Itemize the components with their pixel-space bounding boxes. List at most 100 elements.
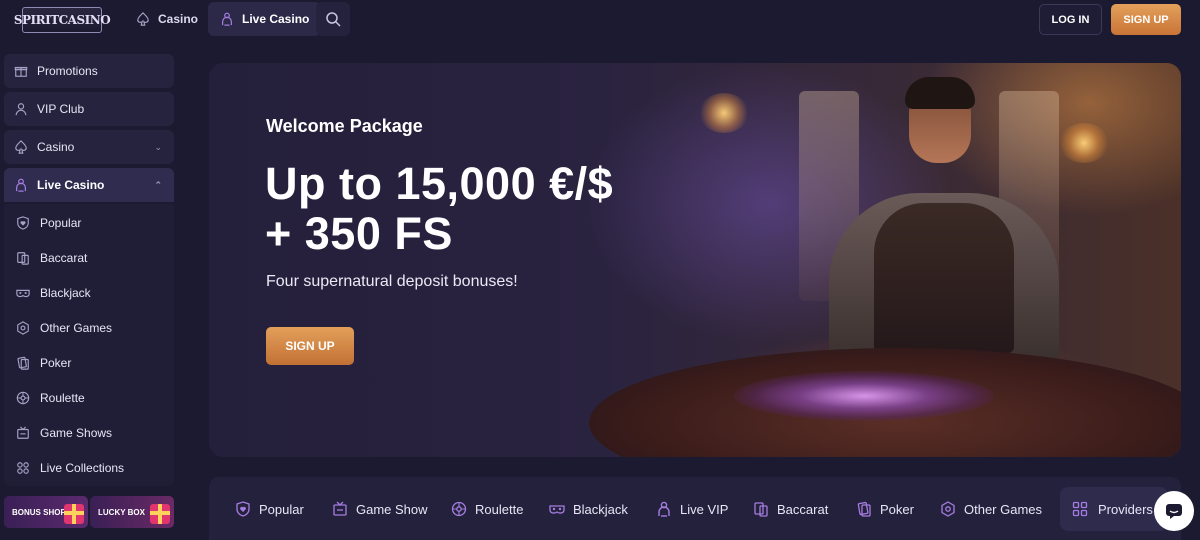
submenu-item-label: Game Shows [40,426,113,440]
category-label: Blackjack [573,501,628,517]
submenu-item-other-games[interactable]: Other Games [16,317,112,339]
user-icon [14,102,28,116]
nav-live-casino[interactable]: Live Casino [208,2,322,36]
nav-live-casino-label: Live Casino [242,12,310,26]
submenu-item-game-shows[interactable]: Game Shows [16,422,112,444]
tv-icon [16,426,30,440]
hero-headline: Up to 15,000 €/$ + 350 FS [265,159,613,259]
roulette-wheel-glow [734,371,994,421]
sidebar-item-label: Live Casino [37,178,105,192]
dealer-icon [656,501,672,517]
submenu-item-popular[interactable]: Popular [16,212,81,234]
category-blackjack[interactable]: Blackjack [549,499,628,519]
roulette-icon [16,391,30,405]
bonus-shop-label: BONUS SHOP [12,507,66,517]
submenu-item-roulette[interactable]: Roulette [16,387,85,409]
providers-label: Providers [1098,501,1153,517]
gift-box-icon [64,504,84,524]
dealer-vest [874,203,1014,353]
submenu-item-label: Blackjack [40,286,91,300]
live-casino-submenu: Popular Baccarat Blackjack Other Games P… [4,204,174,486]
search-button[interactable] [316,2,350,36]
hero-headline-line1: Up to 15,000 €/$ [265,158,614,209]
top-bar: SPIRITCASINO Casino Live Casino LOG IN S… [0,0,1200,44]
chat-button[interactable] [1154,491,1194,531]
category-label: Other Games [964,501,1043,517]
grid-icon [1072,501,1088,517]
chandelier-decoration [699,93,749,133]
submenu-item-baccarat[interactable]: Baccarat [16,247,87,269]
category-other-games[interactable]: Other Games [940,499,1042,519]
hero-headline-line2: + 350 FS [265,208,453,259]
category-label: Live VIP [680,501,729,517]
category-live-vip[interactable]: Live VIP [656,499,728,519]
submenu-item-blackjack[interactable]: Blackjack [16,282,91,304]
sidebar-item-label: Promotions [37,64,98,78]
hero-signup-button[interactable]: SIGN UP [266,327,354,365]
sidebar-item-promotions[interactable]: Promotions [4,54,174,88]
spade-icon [14,140,28,154]
category-popular[interactable]: Popular [235,499,304,519]
providers-button[interactable]: Providers [1060,487,1168,531]
submenu-item-label: Live Collections [40,461,125,475]
hexagon-icon [16,321,30,335]
sidebar-item-casino[interactable]: Casino ⌄ [4,130,174,164]
poker-cards-icon [16,356,30,370]
mask-icon [16,286,30,300]
dealer-icon [14,178,28,192]
hero-banner[interactable]: Welcome Package Up to 15,000 €/$ + 350 F… [209,63,1181,457]
chat-icon [1164,501,1184,521]
spade-icon [136,12,150,26]
lucky-box-tile[interactable]: LUCKY BOX [90,496,174,528]
nav-casino-label: Casino [158,12,199,26]
mask-icon [549,501,565,517]
poker-cards-icon [856,501,872,517]
submenu-item-label: Baccarat [40,251,88,265]
bonus-shop-tile[interactable]: BONUS SHOP [4,496,88,528]
category-roulette[interactable]: Roulette [451,499,523,519]
sidebar-item-vip-club[interactable]: VIP Club [4,92,174,126]
sidebar: Promotions VIP Club Casino ⌄ Live Casino… [0,44,183,540]
hero-kicker: Welcome Package [266,116,423,136]
tv-icon [332,501,348,517]
gift-box-icon [150,504,170,524]
category-label: Popular [259,501,304,517]
category-baccarat[interactable]: Baccarat [753,499,828,519]
gift-icon [14,64,28,78]
chandelier-decoration [1059,123,1109,163]
submenu-item-poker[interactable]: Poker [16,352,71,374]
submenu-item-label: Other Games [40,321,113,335]
category-label: Poker [880,501,914,517]
grid-icon [16,461,30,475]
dealer-icon [220,12,234,26]
category-poker[interactable]: Poker [856,499,914,519]
category-label: Roulette [475,501,524,517]
lucky-box-label: LUCKY BOX [98,507,145,517]
sidebar-item-live-casino[interactable]: Live Casino ⌃ [4,168,174,202]
chevron-up-icon[interactable]: ⌃ [154,180,162,191]
shield-heart-icon [16,216,30,230]
shield-heart-icon [235,501,251,517]
logo[interactable]: SPIRITCASINO [14,7,111,33]
signup-button-header[interactable]: SIGN UP [1111,4,1181,35]
category-game-show[interactable]: Game Show [332,499,428,519]
search-icon [325,11,341,27]
nav-casino[interactable]: Casino [124,2,210,36]
sidebar-item-label: Casino [37,140,75,154]
submenu-item-label: Popular [40,216,82,230]
submenu-item-live-collections[interactable]: Live Collections [16,457,124,479]
category-label: Baccarat [777,501,829,517]
chevron-down-icon[interactable]: ⌄ [154,142,162,153]
hexagon-icon [940,501,956,517]
sidebar-item-label: VIP Club [37,102,85,116]
cards-icon [16,251,30,265]
roulette-icon [451,501,467,517]
login-button[interactable]: LOG IN [1039,4,1102,35]
category-label: Game Show [356,501,428,517]
cards-icon [753,501,769,517]
dealer-hair [905,77,975,109]
submenu-item-label: Roulette [40,391,85,405]
hero-subtitle: Four supernatural deposit bonuses! [266,273,518,290]
submenu-item-label: Poker [40,356,72,370]
category-bar: Popular Game Show Roulette Blackjack Liv… [209,477,1181,540]
